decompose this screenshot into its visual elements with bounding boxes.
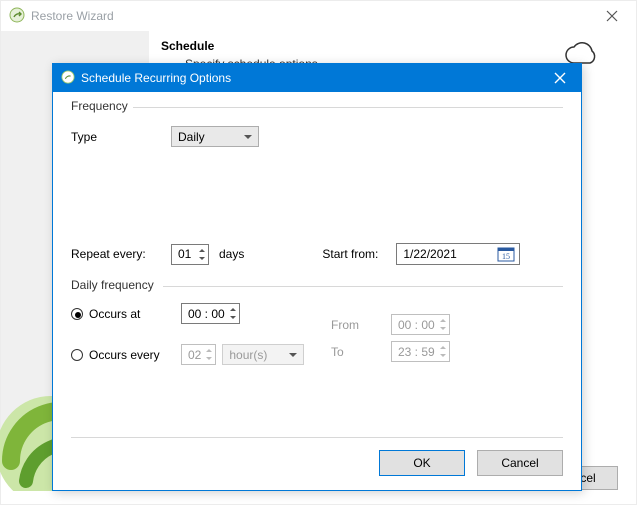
occurs-every-unit-dropdown[interactable]: hour(s) bbox=[222, 344, 304, 365]
repeat-every-value: 01 bbox=[178, 247, 191, 261]
window-close-button[interactable] bbox=[590, 2, 634, 30]
window-title: Restore Wizard bbox=[31, 9, 590, 23]
from-value: 00 : 00 bbox=[398, 318, 435, 332]
dialog-separator bbox=[71, 437, 563, 438]
from-time-spinner[interactable]: 00 : 00 bbox=[391, 314, 450, 335]
to-time-spinner[interactable]: 23 : 59 bbox=[391, 341, 450, 362]
occurs-every-unit-value: hour(s) bbox=[229, 348, 267, 362]
start-from-datepicker[interactable]: 1/22/2021 15 bbox=[396, 243, 520, 265]
app-icon bbox=[9, 7, 25, 26]
calendar-icon[interactable]: 15 bbox=[497, 246, 515, 262]
dialog-app-icon bbox=[61, 70, 75, 87]
window-titlebar[interactable]: Restore Wizard bbox=[1, 1, 636, 31]
repeat-every-spinner[interactable]: 01 bbox=[171, 244, 209, 265]
type-dropdown[interactable]: Daily bbox=[171, 126, 259, 147]
svg-text:15: 15 bbox=[502, 252, 510, 261]
occurs-at-radio[interactable]: Occurs at bbox=[71, 307, 181, 321]
from-label: From bbox=[331, 318, 373, 332]
daily-frequency-label: Daily frequency bbox=[71, 278, 158, 292]
start-from-value: 1/22/2021 bbox=[403, 247, 456, 261]
occurs-at-value: 00 : 00 bbox=[188, 307, 225, 321]
occurs-every-spinner[interactable]: 02 bbox=[181, 344, 216, 365]
frequency-group: Frequency Type Daily Repeat every: 01 da… bbox=[71, 107, 563, 275]
radio-icon bbox=[71, 308, 83, 320]
occurs-every-value: 02 bbox=[188, 348, 201, 362]
daily-frequency-group: Daily frequency Occurs at 00 : 00 Occurs… bbox=[71, 286, 563, 365]
to-label: To bbox=[331, 345, 373, 359]
frequency-group-label: Frequency bbox=[71, 99, 132, 113]
radio-icon bbox=[71, 349, 83, 361]
dialog-button-row: OK Cancel bbox=[71, 450, 563, 476]
dialog-titlebar[interactable]: Schedule Recurring Options bbox=[53, 64, 581, 92]
occurs-at-label: Occurs at bbox=[89, 307, 140, 321]
type-label: Type bbox=[71, 130, 171, 144]
repeat-every-label: Repeat every: bbox=[71, 247, 171, 261]
close-icon bbox=[606, 10, 618, 22]
dialog-cancel-button[interactable]: Cancel bbox=[477, 450, 563, 476]
from-to-block: From 00 : 00 To 23 : 59 bbox=[331, 314, 450, 368]
occurs-every-label: Occurs every bbox=[89, 348, 160, 362]
dialog-title: Schedule Recurring Options bbox=[81, 71, 545, 85]
dialog-body: Frequency Type Daily Repeat every: 01 da… bbox=[53, 92, 581, 490]
wizard-step-title: Schedule bbox=[161, 39, 624, 53]
occurs-at-time-spinner[interactable]: 00 : 00 bbox=[181, 303, 240, 324]
close-icon bbox=[554, 72, 566, 84]
schedule-recurring-dialog: Schedule Recurring Options Frequency Typ… bbox=[52, 63, 582, 491]
to-value: 23 : 59 bbox=[398, 345, 435, 359]
ok-button[interactable]: OK bbox=[379, 450, 465, 476]
occurs-every-radio[interactable]: Occurs every bbox=[71, 348, 181, 362]
repeat-every-unit: days bbox=[219, 247, 244, 261]
start-from-label: Start from: bbox=[322, 247, 396, 261]
type-dropdown-value: Daily bbox=[178, 130, 205, 144]
dialog-close-button[interactable] bbox=[545, 68, 575, 88]
